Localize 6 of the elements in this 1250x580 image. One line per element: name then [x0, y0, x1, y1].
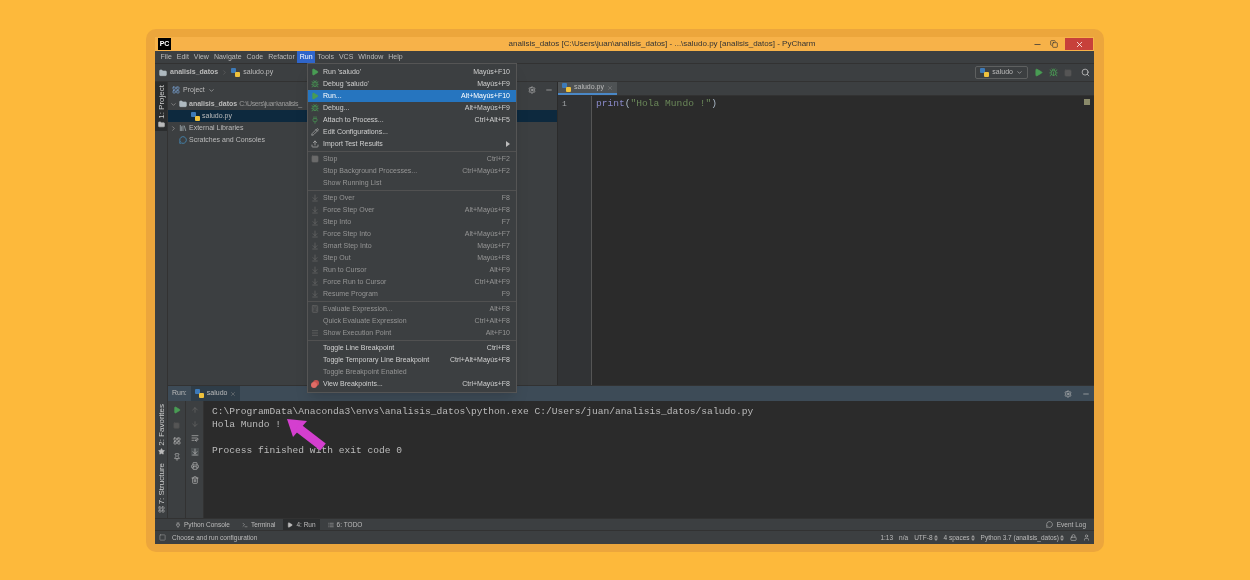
console-line: C:\ProgramData\Anaconda3\envs\analisis_datos\python.exe C:/Users/juan/analisis_datos/saludo.py: [212, 405, 755, 418]
code-line: print("Hola Mundo !"): [596, 97, 718, 109]
console-line: Process finished with exit code 0: [212, 444, 403, 457]
console-line: Hola Mundo !: [212, 418, 283, 431]
window-title: analisis_datos [C:\Users\juan\analisis_datos] - ...\saludo.py [analisis_datos] - PyCharm: [507, 38, 817, 50]
line-number: 1: [561, 98, 568, 110]
